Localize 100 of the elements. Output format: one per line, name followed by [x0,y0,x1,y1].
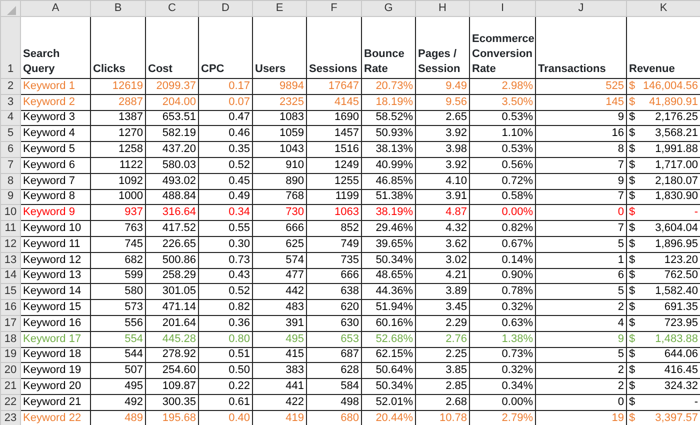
row-header[interactable]: 22 [0,394,20,410]
table-cell: - [694,206,698,220]
table-cell: 3,397.57 [655,412,698,425]
table-cell: 666 [306,268,362,284]
table-cell: 383 [252,362,306,379]
table-cell: 1083 [252,110,306,126]
table-cell: 3.62 [416,236,470,252]
table-cell: 2.25 [416,347,470,363]
row-header[interactable]: 5 [0,126,20,142]
table-cell: 495 [252,331,306,348]
column-header[interactable]: G [362,0,416,16]
table-cell: 40.99% [362,157,416,174]
row-header[interactable]: 14 [0,268,20,284]
row-header[interactable]: 1 [0,16,20,78]
table-cell: 749 [306,236,362,252]
column-header[interactable]: K [626,0,700,16]
table-cell: 2.68 [416,394,470,410]
table-cell: 493.02 [146,173,198,190]
row-header[interactable]: 4 [0,110,20,126]
table-cell: 0.61 [198,394,252,410]
table-cell: 0 [536,394,626,410]
currency-symbol: $ [629,190,636,204]
row-header[interactable]: 10 [0,204,20,221]
column-header[interactable]: C [146,0,198,16]
row-header[interactable]: 21 [0,378,20,394]
table-cell: 50.93% [362,126,416,142]
table-cell: 1516 [306,142,362,158]
table-cell: 525 [536,78,626,94]
row-header[interactable]: 9 [0,189,20,205]
row-header[interactable]: 17 [0,315,20,332]
table-cell: 4145 [306,94,362,110]
row-header[interactable]: 16 [0,300,20,316]
table-cell: Keyword 14 [20,284,90,300]
column-heading: Users [252,16,306,78]
row-header[interactable]: 15 [0,284,20,300]
row-header[interactable]: 20 [0,362,20,379]
table-cell: 488.84 [146,189,198,205]
row-header[interactable]: 8 [0,173,20,190]
table-cell: 507 [90,362,146,379]
table-cell: 653 [306,331,362,348]
row-header[interactable]: 2 [0,78,20,94]
column-header[interactable]: B [90,0,146,16]
table-cell: 852 [306,220,362,236]
table-cell: Keyword 21 [20,394,90,410]
table-cell: 300.35 [146,394,198,410]
row-header[interactable]: 18 [0,331,20,348]
row-header[interactable]: 19 [0,347,20,363]
currency-symbol: $ [629,222,636,236]
table-cell: 0.52 [198,157,252,174]
row-header[interactable]: 7 [0,157,20,174]
table-cell: 573 [90,300,146,316]
column-header[interactable]: A [20,0,90,16]
table-cell: 1,830.90 [655,190,698,204]
table-cell: 2 [536,300,626,316]
table-cell: 0.32% [470,300,536,316]
table-cell: 1.38% [470,331,536,348]
row-header[interactable]: 12 [0,236,20,252]
column-header[interactable]: I [470,0,536,16]
table-cell: 1199 [306,189,362,205]
table-cell: 0.63% [470,315,536,332]
row-header[interactable]: 13 [0,252,20,268]
table-cell: 0.82 [198,300,252,316]
column-header[interactable]: E [252,0,306,16]
table-cell: 7 [536,189,626,205]
table-cell: 0.43 [198,268,252,284]
table-cell: 254.60 [146,362,198,379]
table-cell: 0.47 [198,110,252,126]
row-header[interactable]: 3 [0,94,20,110]
table-cell: 0.34% [470,378,536,394]
column-header[interactable]: J [536,0,626,16]
table-cell: 51.94% [362,300,416,316]
currency-symbol: $ [629,412,636,425]
table-cell: Keyword 11 [20,236,90,252]
table-cell: 620 [306,300,362,316]
table-cell: Keyword 22 [20,410,90,425]
table-cell: 52.68% [362,331,416,348]
table-cell: 768 [252,189,306,205]
table-cell: 0.72% [470,173,536,190]
row-header[interactable]: 11 [0,220,20,236]
column-header[interactable]: D [198,0,252,16]
column-heading: Sessions [306,16,362,78]
table-cell: 51.38% [362,189,416,205]
row-header[interactable]: 6 [0,142,20,158]
table-cell: 2.85 [416,378,470,394]
column-header[interactable]: F [306,0,362,16]
table-cell: 3.50% [470,94,536,110]
table-cell: 2,180.07 [655,174,698,188]
table-cell: 4.10 [416,173,470,190]
currency-symbol: $ [629,127,636,140]
table-cell: 123.20 [664,254,698,267]
row-header[interactable]: 23 [0,410,20,425]
column-header[interactable]: H [416,0,470,16]
currency-symbol: $ [629,158,636,172]
table-cell: 58.52% [362,110,416,126]
table-cell: 301.05 [146,284,198,300]
table-cell: 1122 [90,157,146,174]
table-cell: 580 [90,284,146,300]
table-cell: 3,568.21 [655,127,698,140]
table-cell: 9.56 [416,94,470,110]
table-cell: 1063 [306,204,362,221]
